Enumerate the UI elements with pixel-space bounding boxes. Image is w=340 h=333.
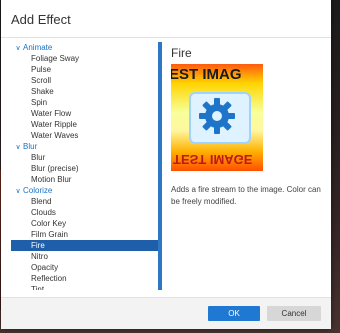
tree-item-tint[interactable]: Tint xyxy=(11,284,158,290)
effect-title: Fire xyxy=(171,46,192,60)
tree-item-label: Opacity xyxy=(31,263,59,272)
add-effect-dialog: Add Effect ∨ Animate Foliage Sway Pulse Scro… xyxy=(1,0,331,329)
cancel-button[interactable]: Cancel xyxy=(267,306,321,321)
tree-item-foliage-sway[interactable]: Foliage Sway xyxy=(11,53,158,64)
tree-item-label: Water Waves xyxy=(31,131,79,140)
tree-item-shake[interactable]: Shake xyxy=(11,86,158,97)
tree-item-opacity[interactable]: Opacity xyxy=(11,262,158,273)
tree-item-water-flow[interactable]: Water Flow xyxy=(11,108,158,119)
tree-item-label: Film Grain xyxy=(31,230,68,239)
tree-item-blur[interactable]: Blur xyxy=(11,152,158,163)
tree-group-label: Colorize xyxy=(23,186,53,195)
tree-item-blur-precise[interactable]: Blur (precise) xyxy=(11,163,158,174)
tree-item-label: Color Key xyxy=(31,219,67,228)
tree-item-label: Water Flow xyxy=(31,109,72,118)
tree-group-colorize[interactable]: ∨ Colorize xyxy=(11,185,158,196)
tree-item-label: Pulse xyxy=(31,65,52,74)
tree-item-label: Motion Blur xyxy=(31,175,72,184)
tree-item-label: Blend xyxy=(31,197,52,206)
tree-item-label: Nitro xyxy=(31,252,48,261)
tree-item-clouds[interactable]: Clouds xyxy=(11,207,158,218)
tree-group-blur[interactable]: ∨ Blur xyxy=(11,141,158,152)
tree-item-label: Clouds xyxy=(31,208,56,217)
tree-item-label: Blur xyxy=(31,153,46,162)
tree-item-label: Tint xyxy=(31,285,45,290)
effect-preview-image: EST IMAG TEST IMAGE xyxy=(171,64,263,171)
preview-top-text: EST IMAG xyxy=(171,66,242,83)
tree-item-scroll[interactable]: Scroll xyxy=(11,75,158,86)
tree-item-film-grain[interactable]: Film Grain xyxy=(11,229,158,240)
tree-item-motion-blur[interactable]: Motion Blur xyxy=(11,174,158,185)
tree-group-label: Blur xyxy=(23,142,38,151)
tree-item-label: Shake xyxy=(31,87,54,96)
tree-group-label: Animate xyxy=(23,43,53,52)
dialog-title: Add Effect xyxy=(11,12,71,27)
effect-tree[interactable]: ∨ Animate Foliage Sway Pulse Scroll Shake Spin… xyxy=(11,42,162,290)
tree-item-label: Fire xyxy=(31,241,45,250)
tree-item-label: Blur (precise) xyxy=(31,164,79,173)
tree-item-blend[interactable]: Blend xyxy=(11,196,158,207)
tree-item-label: Foliage Sway xyxy=(31,54,80,63)
tree-item-color-key[interactable]: Color Key xyxy=(11,218,158,229)
preview-bottom-text: TEST IMAGE xyxy=(173,152,253,167)
gear-icon xyxy=(199,98,235,134)
tree-item-label: Water Ripple xyxy=(31,120,77,129)
effect-description: Adds a fire stream to the image. Color c… xyxy=(171,185,321,206)
ok-button[interactable]: OK xyxy=(208,306,260,321)
tree-item-water-waves[interactable]: Water Waves xyxy=(11,130,158,141)
tree-item-label: Scroll xyxy=(31,76,52,85)
tree-item-reflection[interactable]: Reflection xyxy=(11,273,158,284)
tree-item-water-ripple[interactable]: Water Ripple xyxy=(11,119,158,130)
tree-item-spin[interactable]: Spin xyxy=(11,97,158,108)
tree-group-animate[interactable]: ∨ Animate xyxy=(11,42,158,53)
tree-item-pulse[interactable]: Pulse xyxy=(11,64,158,75)
tree-item-fire[interactable]: Fire xyxy=(11,240,158,251)
tree-item-label: Reflection xyxy=(31,274,67,283)
tree-item-nitro[interactable]: Nitro xyxy=(11,251,158,262)
title-divider xyxy=(1,37,331,38)
tree-item-label: Spin xyxy=(31,98,48,107)
